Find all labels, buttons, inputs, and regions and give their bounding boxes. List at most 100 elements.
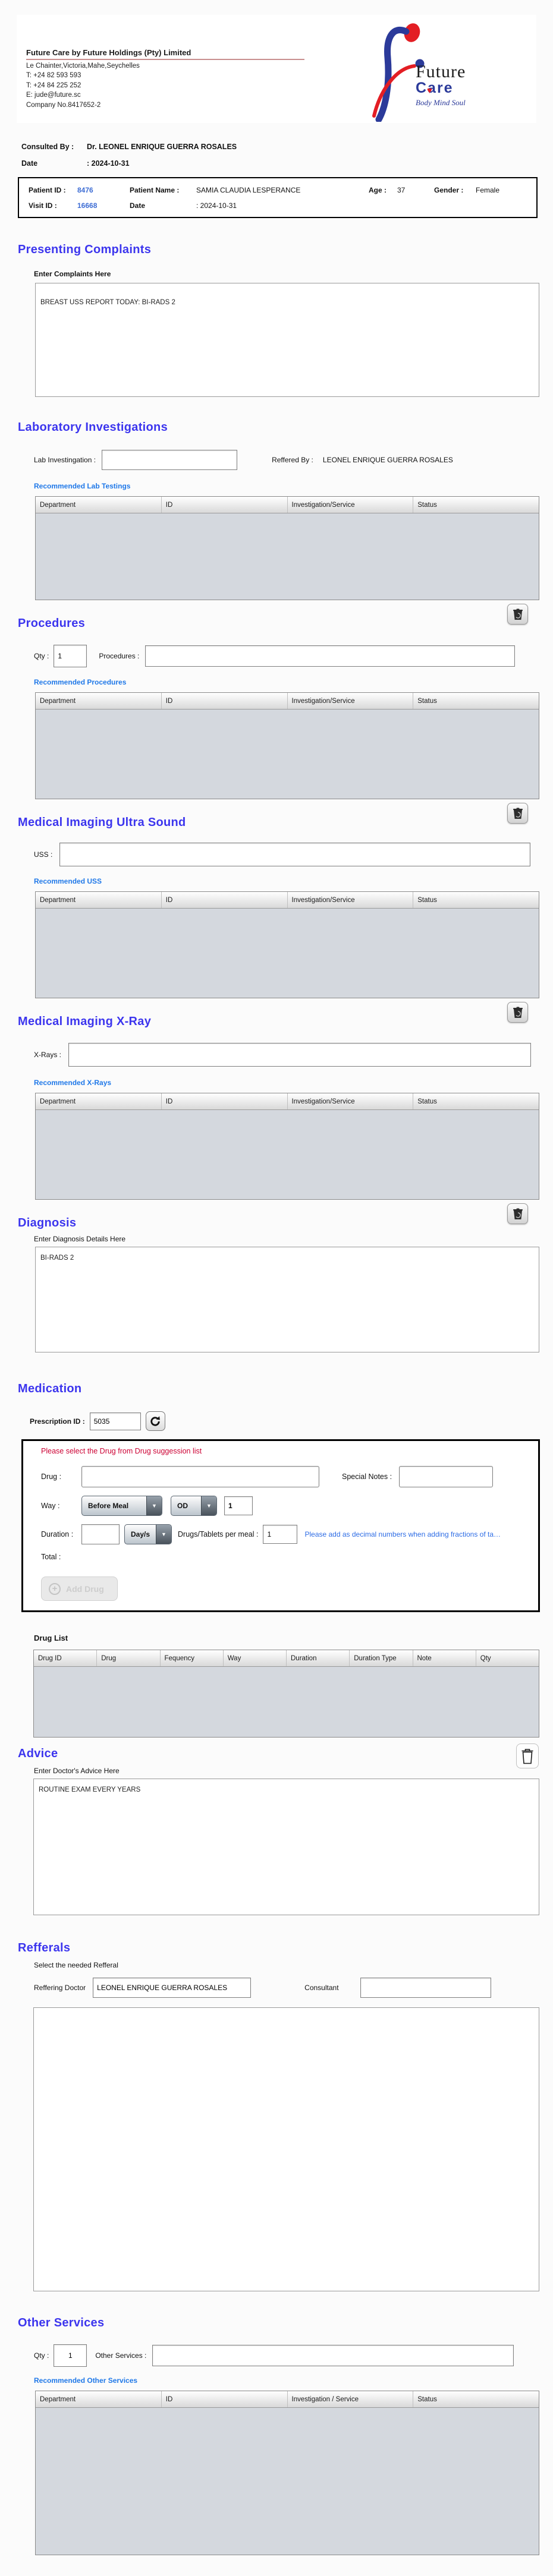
lab-delete-button[interactable] — [507, 604, 528, 625]
col-drug-id[interactable]: Drug ID — [34, 1650, 97, 1666]
col-duration[interactable]: Duration — [287, 1650, 350, 1666]
col-id[interactable]: ID — [162, 693, 288, 709]
way-select-value: Before Meal — [82, 1496, 134, 1515]
duration-type-select[interactable]: Day/s ▼ — [124, 1524, 172, 1544]
uss-input[interactable] — [59, 843, 530, 866]
visit-date-value: : 2024-10-31 — [196, 201, 237, 210]
logo-care-word: Care — [416, 80, 454, 96]
complaints-textarea[interactable]: BREAST USS REPORT TODAY: BI-RADS 2 — [35, 283, 539, 397]
col-id[interactable]: ID — [162, 2391, 288, 2407]
recommended-procedures-link[interactable]: Recommended Procedures — [34, 678, 553, 686]
company-address: Le Chainter,Victoria,Mahe,Seychelles — [26, 62, 304, 70]
xray-table-header: Department ID Investigation/Service Stat… — [36, 1093, 539, 1110]
referrals-label: Select the needed Refferal — [34, 1961, 553, 1969]
procedures-input[interactable] — [145, 645, 515, 667]
other-services-input[interactable] — [152, 2345, 514, 2366]
col-status[interactable]: Status — [413, 693, 539, 709]
col-status[interactable]: Status — [413, 1093, 539, 1109]
lab-investigation-input[interactable] — [102, 450, 237, 470]
advice-textarea[interactable]: ROUTINE EXAM EVERY YEARS — [33, 1779, 539, 1915]
procedures-qty-input[interactable] — [54, 645, 87, 667]
col-frequency[interactable]: Fequency — [161, 1650, 224, 1666]
col-drug[interactable]: Drug — [97, 1650, 160, 1666]
tablets-fraction-note: Please add as decimal numbers when addin… — [304, 1530, 501, 1538]
col-id[interactable]: ID — [162, 892, 288, 908]
consult-date-row: Date : 2024-10-31 — [21, 159, 553, 168]
col-id[interactable]: ID — [162, 497, 288, 513]
col-department[interactable]: Department — [36, 693, 162, 709]
uss-table: Department ID Investigation/Service Stat… — [35, 891, 539, 998]
col-investigation[interactable]: Investigation/Service — [288, 497, 414, 513]
consultant-label: Consultant — [304, 1984, 338, 1992]
duration-input[interactable] — [81, 1524, 120, 1544]
way-qty-input[interactable] — [224, 1496, 253, 1515]
trash-icon — [513, 1007, 523, 1019]
col-id[interactable]: ID — [162, 1093, 288, 1109]
recommended-uss-link[interactable]: Recommended USS — [34, 877, 553, 885]
col-way[interactable]: Way — [224, 1650, 287, 1666]
col-investigation[interactable]: Investigation/Service — [288, 1093, 414, 1109]
col-department[interactable]: Department — [36, 2391, 162, 2407]
referring-doctor-input[interactable] — [93, 1978, 251, 1998]
referred-by-value: LEONEL ENRIQUE GUERRA ROSALES — [323, 456, 453, 464]
xray-input[interactable] — [68, 1043, 531, 1067]
referring-doctor-label: Reffering Doctor — [34, 1984, 86, 1992]
visit-id-label: Visit ID : — [29, 201, 77, 210]
age-value: 37 — [397, 186, 434, 194]
lab-table-body — [36, 513, 539, 600]
way-select[interactable]: Before Meal ▼ — [81, 1496, 162, 1516]
plus-icon: + — [49, 1583, 61, 1595]
col-department[interactable]: Department — [36, 497, 162, 513]
col-qty[interactable]: Qty — [476, 1650, 539, 1666]
procedures-delete-button[interactable] — [507, 803, 528, 824]
chevron-down-icon: ▼ — [146, 1496, 162, 1515]
prescription-refresh-button[interactable] — [146, 1411, 165, 1431]
col-note[interactable]: Note — [413, 1650, 476, 1666]
presenting-complaints-title: Presenting Complaints — [18, 243, 553, 257]
other-qty-input[interactable] — [54, 2344, 87, 2367]
col-status[interactable]: Status — [413, 892, 539, 908]
referred-by-label: Reffered By : — [272, 456, 313, 464]
xray-title: Medical Imaging X-Ray — [18, 1015, 553, 1029]
consultant-input[interactable] — [360, 1978, 491, 1998]
add-drug-button[interactable]: + Add Drug — [41, 1577, 118, 1601]
uss-delete-button[interactable] — [507, 1002, 528, 1023]
xray-delete-button[interactable] — [507, 1203, 528, 1224]
drug-list-body — [34, 1667, 539, 1737]
drug-list-delete-button[interactable] — [516, 1743, 539, 1768]
consult-date-label: Date — [21, 159, 87, 168]
col-duration-type[interactable]: Duration Type — [350, 1650, 413, 1666]
consulted-by-row: Consulted By : Dr. LEONEL ENRIQUE GUERRA… — [21, 143, 553, 151]
col-status[interactable]: Status — [413, 2391, 539, 2407]
special-notes-input[interactable] — [399, 1466, 493, 1487]
recommended-other-services-link[interactable]: Recommended Other Services — [34, 2376, 553, 2385]
diagnosis-textarea[interactable]: BI-RADS 2 — [35, 1247, 539, 1352]
drug-list-label: Drug List — [34, 1634, 553, 1642]
medication-title: Medication — [18, 1382, 553, 1396]
trash-icon — [513, 808, 523, 819]
other-qty-label: Qty : — [34, 2351, 49, 2360]
col-department[interactable]: Department — [36, 892, 162, 908]
duration-type-value: Day/s — [125, 1525, 156, 1544]
recommended-xray-link[interactable]: Recommended X-Rays — [34, 1079, 553, 1087]
procedures-table: Department ID Investigation/Service Stat… — [35, 692, 539, 799]
col-investigation[interactable]: Investigation/Service — [288, 892, 414, 908]
patient-name-value: SAMIA CLAUDIA LESPERANCE — [196, 186, 369, 194]
per-meal-input[interactable] — [263, 1525, 297, 1544]
other-services-label: Other Services : — [95, 2351, 146, 2360]
logo-care-text: Care ♥ — [416, 80, 466, 96]
recommended-lab-testings-link[interactable]: Recommended Lab Testings — [34, 482, 553, 490]
col-status[interactable]: Status — [413, 497, 539, 513]
prescription-id-input[interactable] — [90, 1412, 141, 1430]
col-investigation[interactable]: Investigation/Service — [288, 693, 414, 709]
frequency-select[interactable]: OD ▼ — [171, 1496, 217, 1516]
drug-suggestion-warning: Please select the Drug from Drug suggess… — [41, 1447, 530, 1455]
referral-listbox[interactable] — [33, 2007, 539, 2291]
procedures-title: Procedures — [18, 617, 553, 630]
lab-table: Department ID Investigation/Service Stat… — [35, 496, 539, 600]
col-investigation[interactable]: Investigation / Service — [288, 2391, 414, 2407]
drug-input[interactable] — [81, 1466, 319, 1487]
col-department[interactable]: Department — [36, 1093, 162, 1109]
uss-title: Medical Imaging Ultra Sound — [18, 816, 553, 830]
referrals-title: Refferals — [18, 1941, 553, 1955]
